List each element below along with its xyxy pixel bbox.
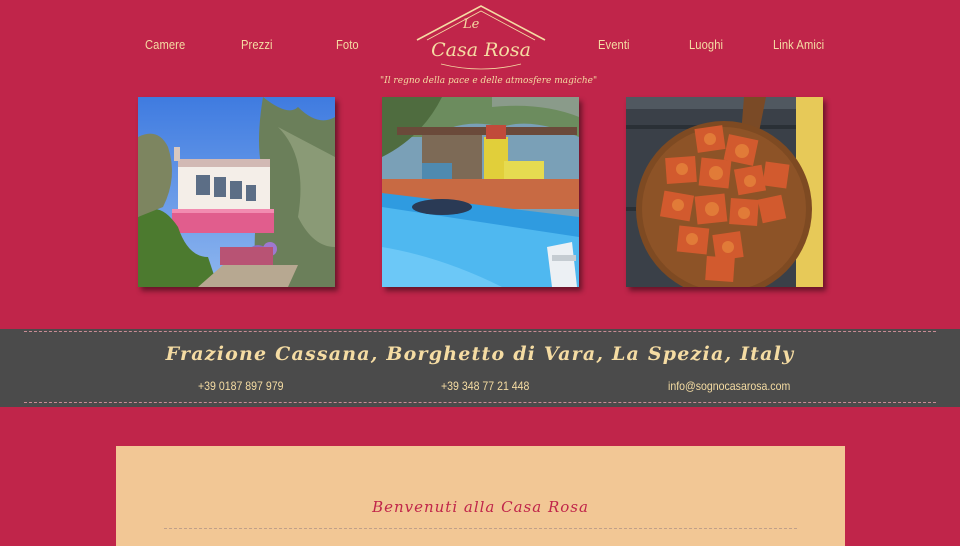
nav-link-prezzi[interactable]: Prezzi — [241, 37, 273, 52]
email-link[interactable]: info@sognocasarosa.com — [668, 379, 790, 393]
nav-link-luoghi[interactable]: Luoghi — [689, 37, 723, 52]
welcome-heading: Benvenuti alla Casa Rosa — [372, 498, 589, 516]
site-tagline: "Il regno della pace e delle atmosfere m… — [380, 76, 598, 86]
phone-2-link[interactable]: +39 348 77 21 448 — [441, 379, 529, 393]
nav-link-foto[interactable]: Foto — [336, 37, 359, 52]
band-divider-bottom — [24, 402, 936, 403]
pizza-photo[interactable] — [626, 97, 823, 287]
logo-line2: Casa Rosa — [431, 39, 531, 61]
house-photo[interactable] — [138, 97, 335, 287]
nav-link-amici[interactable]: Link Amici — [773, 37, 824, 52]
phone-1-link[interactable]: +39 0187 897 979 — [198, 379, 283, 393]
band-divider-top — [24, 331, 936, 332]
content-panel: Benvenuti alla Casa Rosa — [116, 446, 845, 546]
pool-photo[interactable] — [382, 97, 579, 287]
address-text: Frazione Cassana, Borghetto di Vara, La … — [165, 343, 795, 365]
site-logo[interactable]: Le Casa Rosa — [411, 2, 551, 76]
logo-line1: Le — [462, 17, 480, 32]
nav-link-camere[interactable]: Camere — [145, 37, 185, 52]
content-divider — [164, 528, 797, 529]
contact-band: Frazione Cassana, Borghetto di Vara, La … — [0, 329, 960, 407]
logo-roof-icon: Le Casa Rosa — [416, 5, 546, 70]
nav-link-eventi[interactable]: Eventi — [598, 37, 630, 52]
